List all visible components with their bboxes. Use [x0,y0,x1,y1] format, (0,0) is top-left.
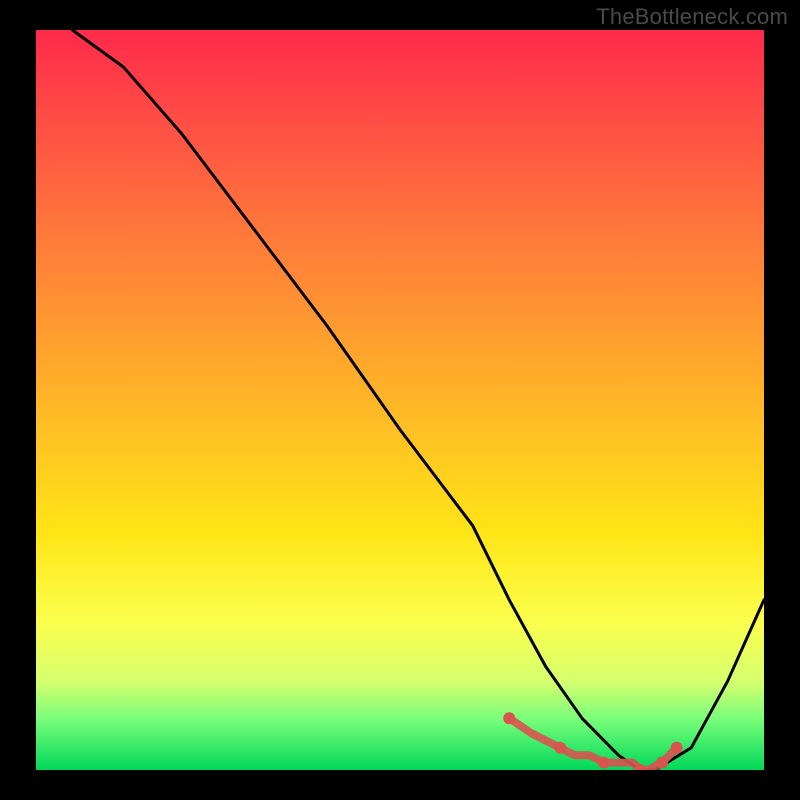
marker-dot [554,742,566,754]
plot-area [36,30,764,770]
marker-dot [656,757,668,769]
watermark-text: TheBottleneck.com [596,4,788,30]
chart-frame: TheBottleneck.com [0,0,800,800]
chart-svg [36,30,764,770]
marker-dot [598,757,610,769]
optimal-marker-path [509,718,676,770]
marker-dot [503,712,515,724]
bottleneck-curve [72,30,764,770]
marker-dot [671,742,683,754]
